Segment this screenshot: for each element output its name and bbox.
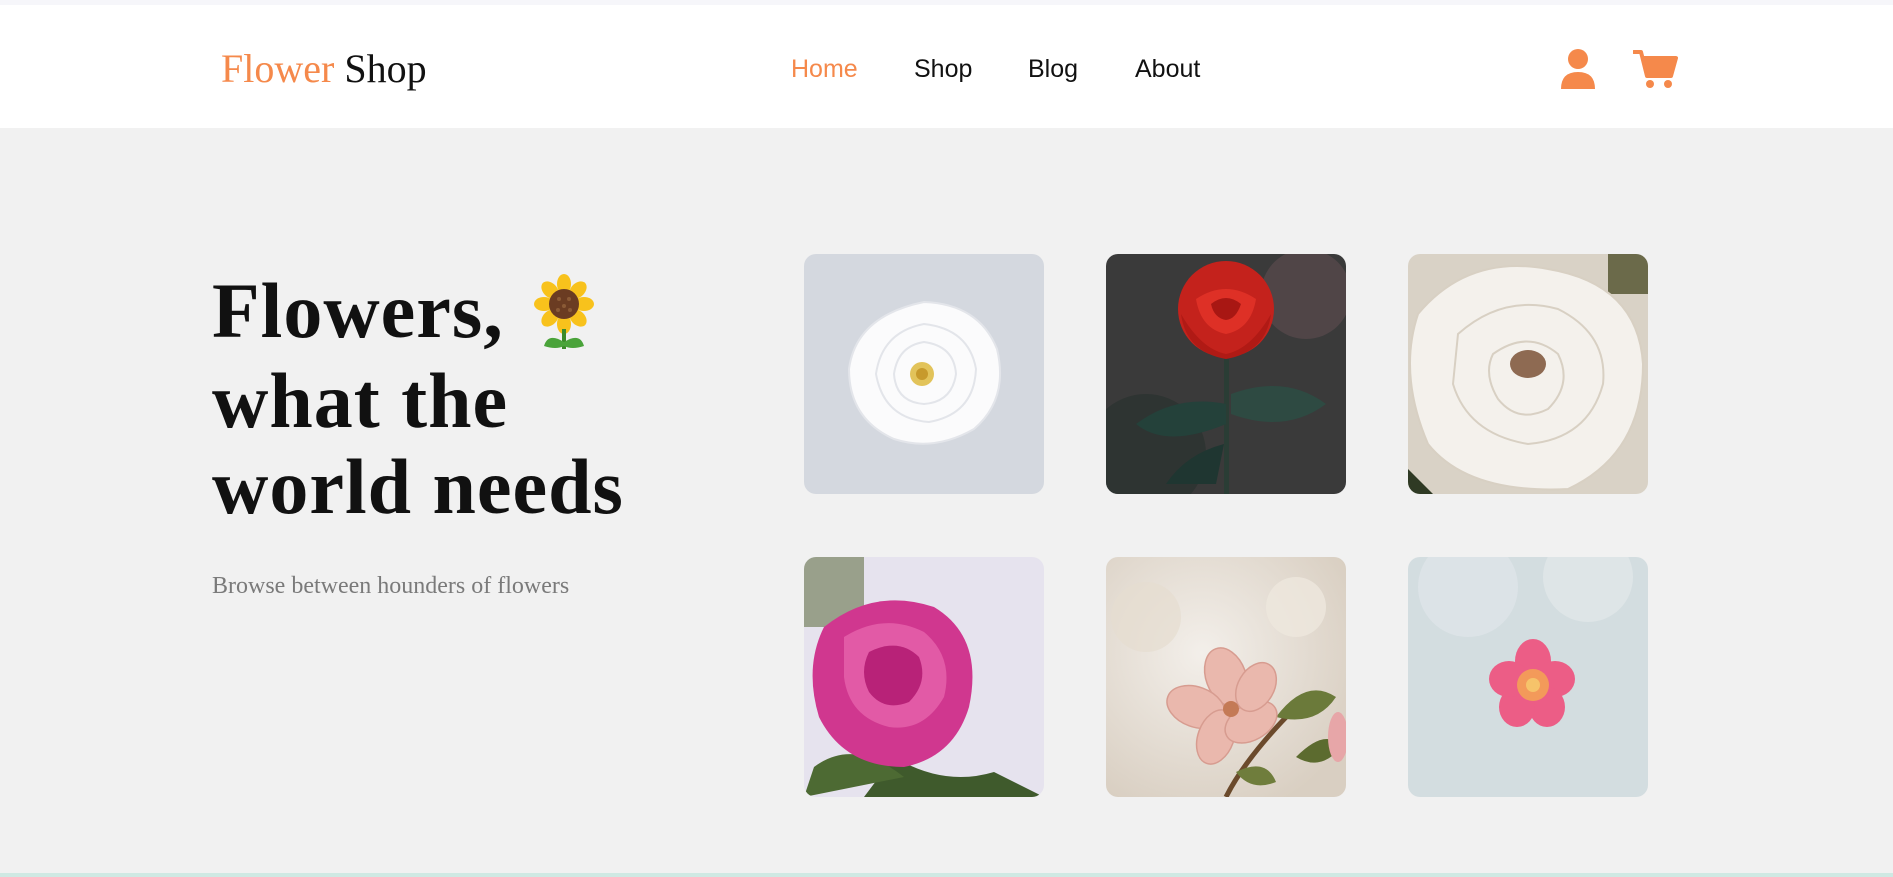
hero-title-line-3: world needs [212, 443, 624, 531]
brand-part-2: Shop [344, 46, 427, 91]
pink-flower-image[interactable] [1408, 557, 1648, 797]
brand-part-1: Flower [221, 46, 335, 91]
hero-subtitle: Browse between hounders of flowers [212, 573, 570, 599]
hero-title-line-2: what the [212, 357, 509, 445]
bottom-border [0, 873, 1893, 877]
brand-logo[interactable]: Flower Shop [221, 45, 427, 92]
nav-home[interactable]: Home [791, 55, 858, 84]
pink-peony-image[interactable] [804, 557, 1044, 797]
hero-title: Flowers, what the world needs [212, 268, 772, 530]
cart-icon[interactable] [1632, 48, 1678, 90]
nav-blog[interactable]: Blog [1028, 55, 1078, 84]
nav-about[interactable]: About [1135, 55, 1200, 84]
sunflower-icon [533, 274, 594, 352]
header: Flower Shop Home Shop Blog About [0, 5, 1893, 128]
white-rose-image[interactable] [804, 254, 1044, 494]
white-peony-image[interactable] [1408, 254, 1648, 494]
user-icon[interactable] [1560, 48, 1596, 90]
nav-shop[interactable]: Shop [914, 55, 972, 84]
red-rose-image[interactable] [1106, 254, 1346, 494]
hero-title-line-1: Flowers, [212, 268, 772, 358]
cherry-blossom-image[interactable] [1106, 557, 1346, 797]
